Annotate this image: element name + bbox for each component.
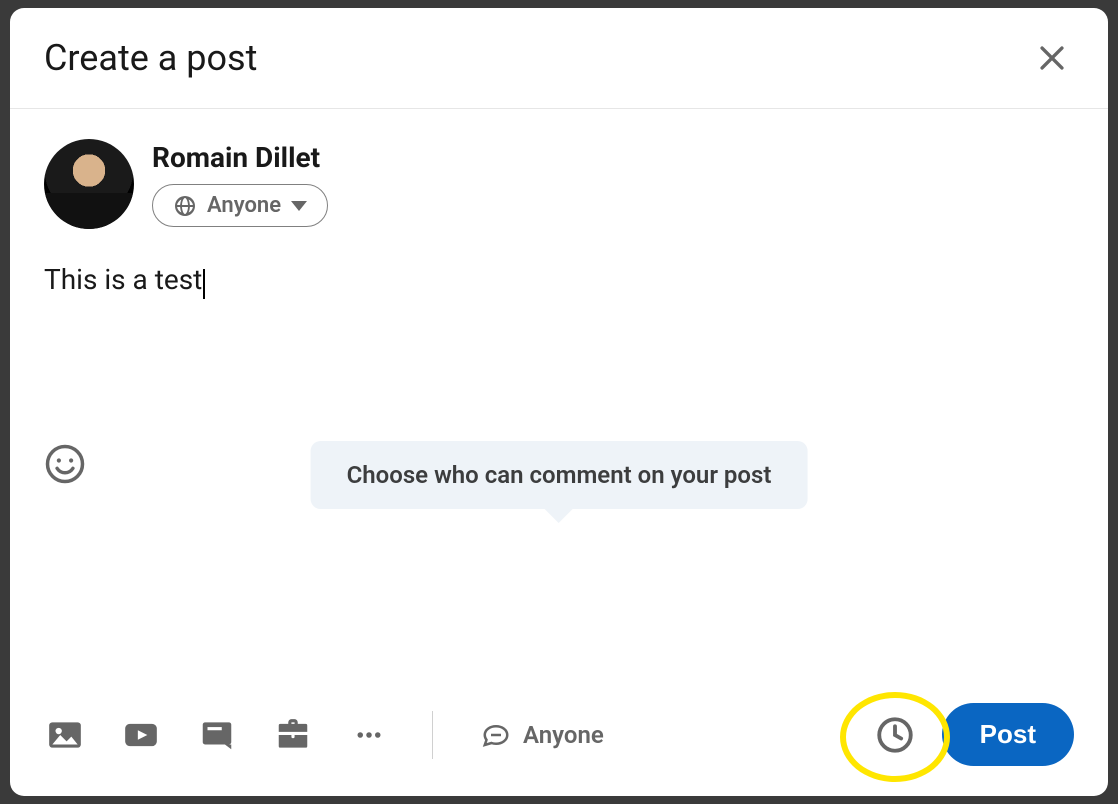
comment-visibility-label: Anyone [523,721,604,749]
document-icon [198,716,236,754]
tooltip-wrap: Choose who can comment on your post [311,441,808,509]
close-button[interactable] [1030,36,1074,80]
author-name: Romain Dillet [152,141,328,174]
briefcase-icon [274,716,312,754]
post-text-input[interactable]: This is a test [44,263,1074,443]
text-cursor [203,269,205,299]
add-video-button[interactable] [120,714,162,756]
globe-icon [173,194,197,218]
footer-divider [432,711,433,759]
avatar[interactable] [44,139,134,229]
modal-header: Create a post [10,8,1108,109]
close-icon [1035,41,1069,75]
photo-icon [46,716,84,754]
comment-visibility-tooltip: Choose who can comment on your post [311,441,808,509]
more-options-button[interactable] [348,714,390,756]
schedule-post-button[interactable] [874,714,916,756]
modal-title: Create a post [44,37,257,79]
add-document-button[interactable] [196,714,238,756]
clock-icon [874,714,916,756]
add-photo-button[interactable] [44,714,86,756]
caret-down-icon [291,201,307,211]
message-icon [481,720,511,750]
post-visibility-selector[interactable]: Anyone [152,184,328,227]
schedule-wrap [874,714,916,756]
emoji-icon [44,443,86,485]
more-icon [354,720,384,750]
modal-body: Romain Dillet Anyone This is a test [10,109,1108,679]
modal-footer: Anyone Post [10,679,1108,796]
author-row: Romain Dillet Anyone [44,139,1074,229]
post-body-text: This is a test [44,263,202,296]
create-post-modal: Create a post Romain Dillet Anyone [10,8,1108,796]
visibility-label: Anyone [207,193,281,218]
post-button[interactable]: Post [942,703,1074,766]
attachment-icon-group [44,714,390,756]
add-job-button[interactable] [272,714,314,756]
comment-visibility-button[interactable]: Anyone [467,712,618,758]
author-info: Romain Dillet Anyone [152,141,328,227]
video-icon [122,716,160,754]
emoji-picker-button[interactable] [44,443,86,485]
